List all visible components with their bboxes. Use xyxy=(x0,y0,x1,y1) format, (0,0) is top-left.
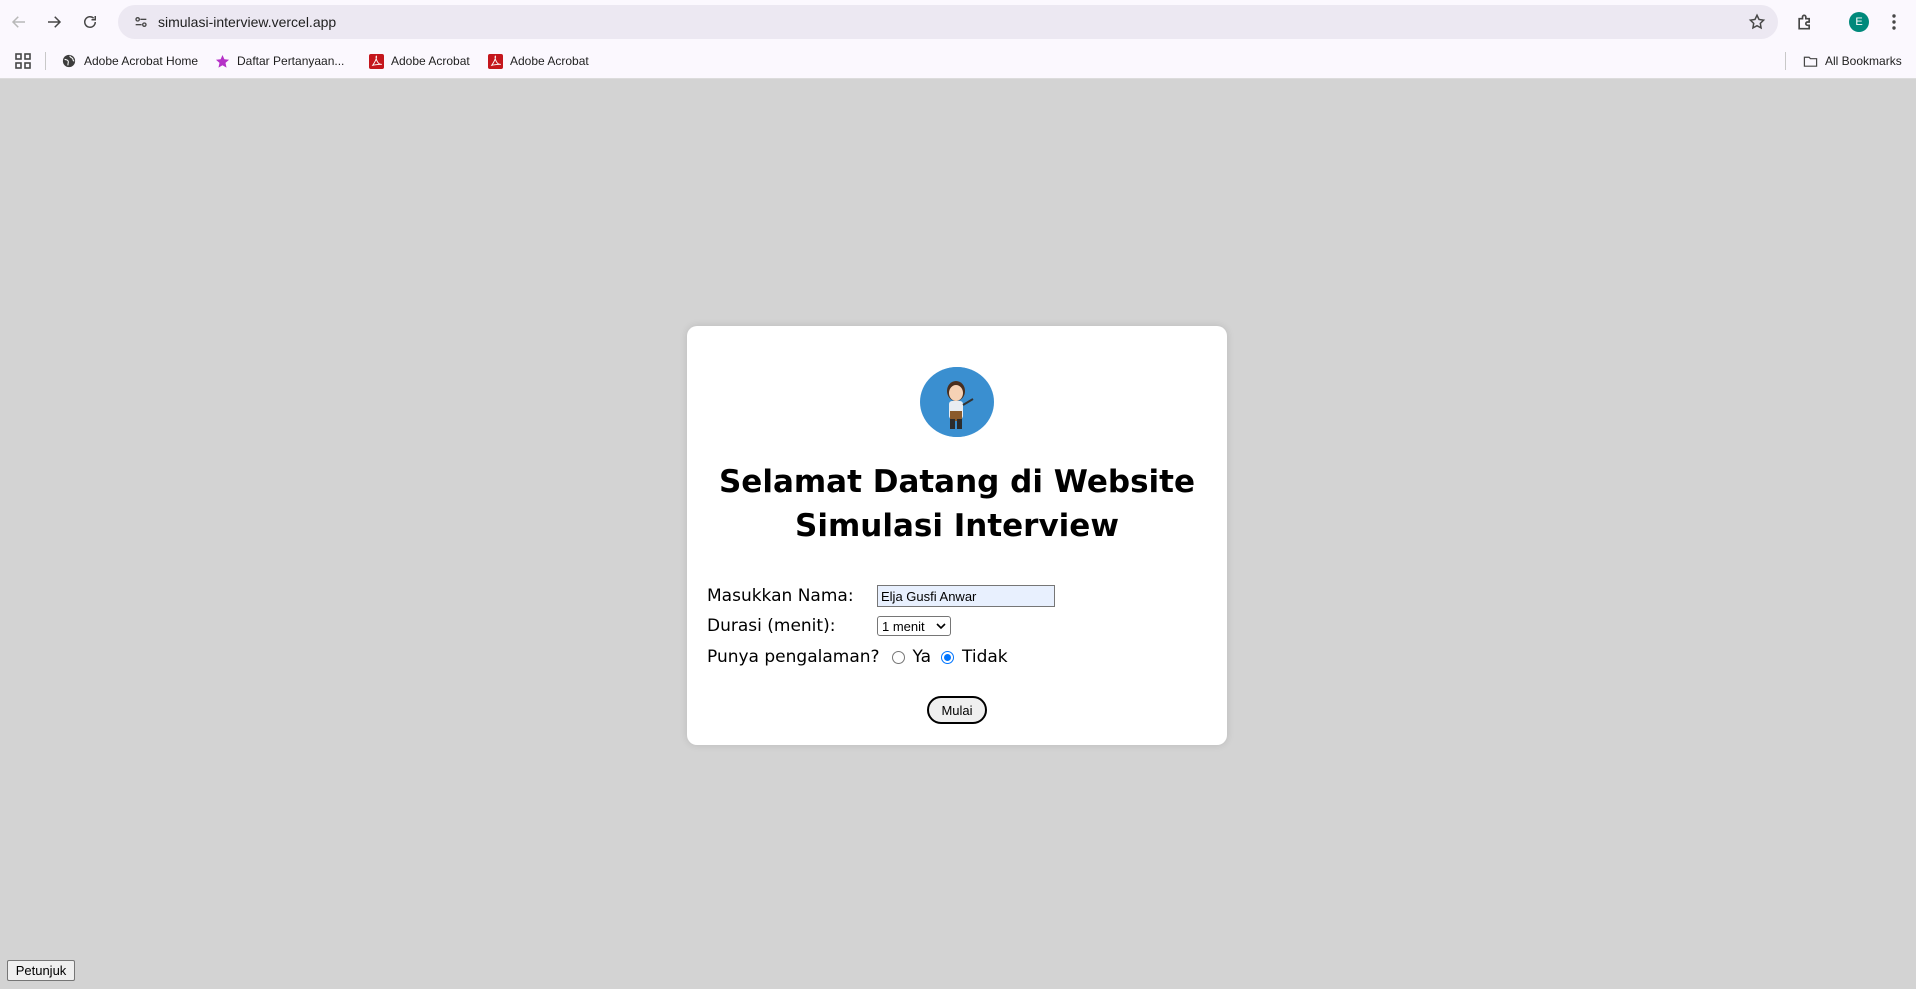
name-row: Masukkan Nama: xyxy=(707,583,1055,609)
title-line-2: Simulasi Interview xyxy=(795,508,1119,544)
star-icon xyxy=(214,53,230,69)
browser-toolbar: simulasi-interview.vercel.app E xyxy=(0,0,1916,43)
bookmark-label: Adobe Acrobat xyxy=(510,54,589,68)
chevron-down-icon xyxy=(936,623,946,630)
bookmark-label: Adobe Acrobat Home xyxy=(84,54,199,68)
bookmark-adobe-acrobat-1[interactable]: Adobe Acrobat xyxy=(368,51,470,71)
welcome-card: Selamat Datang di Website Simulasi Inter… xyxy=(687,326,1227,745)
start-button[interactable]: Mulai xyxy=(927,696,987,724)
experience-radio-tidak[interactable] xyxy=(941,650,955,664)
profile-avatar[interactable]: E xyxy=(1849,12,1869,32)
bookmarks-divider xyxy=(1785,52,1786,70)
address-bar[interactable]: simulasi-interview.vercel.app xyxy=(118,5,1778,39)
name-label: Masukkan Nama: xyxy=(707,586,854,606)
page-title: Selamat Datang di Website Simulasi Inter… xyxy=(687,460,1227,548)
folder-icon xyxy=(1802,53,1818,69)
bookmark-adobe-acrobat-home[interactable]: Adobe Acrobat Home xyxy=(61,51,198,71)
extensions-icon[interactable] xyxy=(1795,12,1815,32)
experience-label: Punya pengalaman? xyxy=(707,647,880,667)
globe-icon xyxy=(61,53,77,69)
experience-row: Punya pengalaman? Ya Tidak xyxy=(707,644,1018,670)
duration-row: Durasi (menit): 1 menit xyxy=(707,613,951,639)
reload-icon[interactable] xyxy=(72,4,108,40)
duration-select[interactable]: 1 menit xyxy=(877,616,951,636)
apps-grid-icon[interactable] xyxy=(14,52,32,70)
bookmarks-bar: Adobe Acrobat Home Daftar Pertanyaan... … xyxy=(0,43,1916,79)
acrobat-icon xyxy=(368,53,384,69)
bookmark-adobe-acrobat-2[interactable]: Adobe Acrobat xyxy=(487,51,589,71)
bookmark-label: Adobe Acrobat xyxy=(391,54,470,68)
radio-label-tidak[interactable]: Tidak xyxy=(962,647,1008,667)
name-input[interactable] xyxy=(877,585,1055,607)
experience-radio-ya[interactable] xyxy=(891,650,905,664)
duration-label: Durasi (menit): xyxy=(707,616,836,636)
acrobat-icon xyxy=(487,53,503,69)
browser-menu-icon[interactable] xyxy=(1886,12,1902,32)
duration-selected-value: 1 menit xyxy=(882,618,925,634)
interviewer-avatar xyxy=(920,367,994,437)
bookmark-daftar-pertanyaan[interactable]: Daftar Pertanyaan... xyxy=(214,51,344,71)
bookmark-star-icon[interactable] xyxy=(1748,13,1766,31)
bookmark-label: Daftar Pertanyaan... xyxy=(237,54,345,68)
help-button[interactable]: Petunjuk xyxy=(7,960,75,981)
forward-arrow-icon[interactable] xyxy=(36,4,72,40)
all-bookmarks-button[interactable]: All Bookmarks xyxy=(1802,51,1902,71)
back-arrow-icon[interactable] xyxy=(1,4,37,40)
all-bookmarks-label: All Bookmarks xyxy=(1825,54,1902,68)
title-line-1: Selamat Datang di Website xyxy=(718,464,1195,500)
url-text[interactable]: simulasi-interview.vercel.app xyxy=(158,14,336,30)
bookmarks-divider xyxy=(45,52,46,70)
radio-label-ya[interactable]: Ya xyxy=(913,647,931,667)
site-settings-icon[interactable] xyxy=(124,5,158,39)
